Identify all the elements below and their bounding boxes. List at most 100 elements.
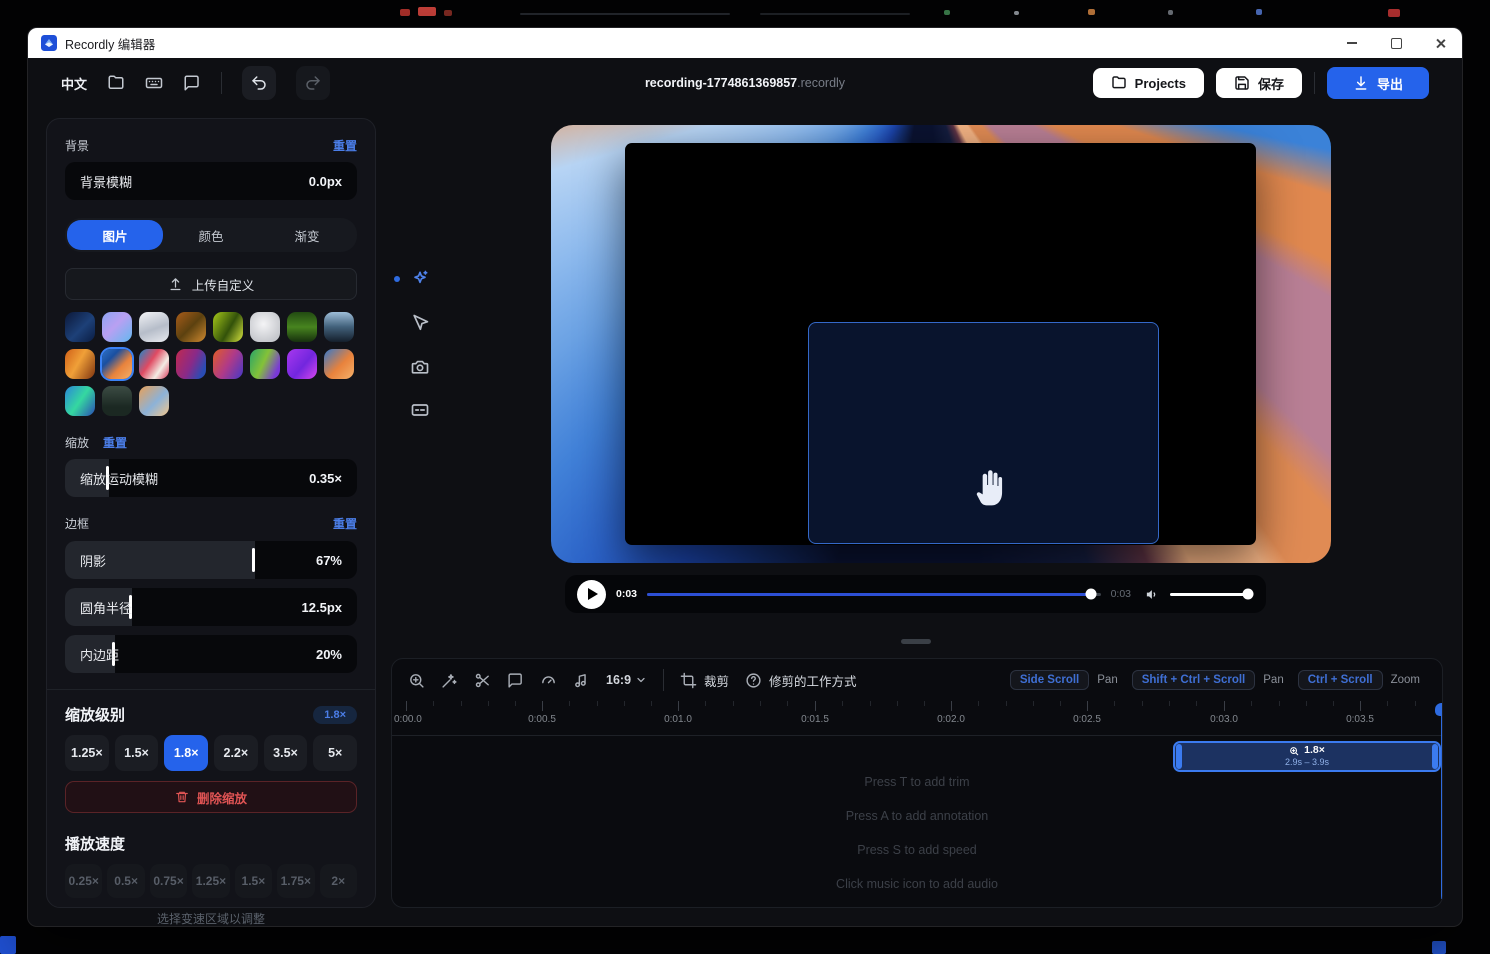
feedback-icon[interactable] [183,74,201,92]
delete-zoom-button[interactable]: 删除缩放 [65,781,357,813]
background-blur-slider[interactable]: 背景模糊 0.0px [65,162,357,200]
zoom-level-option[interactable]: 3.5× [264,735,308,771]
padding-slider[interactable]: 内边距 20% [65,635,357,673]
volume-thumb[interactable] [1242,589,1253,600]
speed-option[interactable]: 1.75× [277,864,314,898]
speed-option[interactable]: 1.5× [235,864,272,898]
minimize-button[interactable] [1330,28,1374,58]
keyboard-shortcuts-icon[interactable] [145,74,163,92]
background-thumbnail[interactable] [213,349,243,379]
speed-option[interactable]: 0.75× [150,864,187,898]
annotation-icon[interactable] [507,672,524,689]
seek-bar[interactable] [647,593,1101,596]
seek-thumb[interactable] [1086,589,1097,600]
delete-zoom-label: 删除缩放 [197,788,247,807]
ruler-major-tick [1360,701,1361,711]
background-tab[interactable]: 颜色 [163,220,259,250]
captions-tool-button[interactable] [410,400,430,420]
ruler-tick-label: 0:02.5 [1073,714,1101,725]
zoom-clip[interactable]: 1.8× 2.9s – 3.9s [1173,741,1441,772]
upload-label: 上传自定义 [192,275,255,294]
play-button[interactable] [577,580,606,609]
speed-gauge-icon[interactable] [540,672,557,689]
zoom-level-option[interactable]: 1.5× [115,735,159,771]
corner-radius-slider[interactable]: 圆角半径 12.5px [65,588,357,626]
save-button[interactable]: 保存 [1216,68,1302,98]
desktop-artifact [418,7,436,16]
background-thumbnail[interactable] [65,349,95,379]
zoom-level-option[interactable]: 1.25× [65,735,109,771]
speed-option[interactable]: 0.25× [65,864,102,898]
export-button[interactable]: 导出 [1327,67,1429,99]
scroll-hint: Ctrl + Scroll Zoom [1298,670,1426,690]
background-thumbnail[interactable] [324,349,354,379]
timeline-empty-hints: Press T to add trimPress A to add annota… [392,775,1442,891]
shadow-slider[interactable]: 阴影 67% [65,541,357,579]
video-preview-canvas[interactable] [551,125,1331,563]
background-thumbnail[interactable] [65,312,95,342]
background-thumbnail[interactable] [287,312,317,342]
undo-button[interactable] [242,66,276,100]
background-thumbnail[interactable] [176,349,206,379]
background-thumbnail[interactable] [213,312,243,342]
ruler-segment: 0:02.5 [1087,701,1223,735]
background-tab[interactable]: 渐变 [259,220,355,250]
aspect-ratio-value: 16:9 [606,673,631,687]
ruler-segment: 0:00.0 [406,701,542,735]
music-icon[interactable] [573,672,590,689]
background-thumbnail[interactable] [250,312,280,342]
maximize-button[interactable] [1374,28,1418,58]
background-thumbnail[interactable] [139,386,169,416]
speed-options: 0.25×0.5×0.75×1.25×1.5×1.75×2× [65,864,357,898]
upload-custom-button[interactable]: 上传自定义 [65,268,357,300]
background-thumbnail[interactable] [250,349,280,379]
volume-icon[interactable] [1145,587,1160,602]
background-tab[interactable]: 图片 [67,220,163,250]
redo-button[interactable] [296,66,330,100]
ruler-major-tick [406,701,407,711]
scissors-icon[interactable] [474,672,491,689]
background-thumbnail[interactable] [65,386,95,416]
background-thumbnail[interactable] [287,349,317,379]
current-time: 0:03 [616,588,637,600]
panel-drag-handle[interactable] [901,639,931,644]
zoom-clip-range: 2.9s – 3.9s [1285,757,1329,768]
zoom-level-option[interactable]: 1.8× [164,735,208,771]
timeline-hint: Press S to add speed [857,843,977,857]
effects-tool-button[interactable] [410,269,430,289]
speed-option[interactable]: 2× [320,864,357,898]
camera-tool-button[interactable] [410,357,430,377]
speed-option[interactable]: 0.5× [107,864,144,898]
zoom-target-selection[interactable] [808,322,1159,544]
magic-wand-icon[interactable] [441,672,458,689]
close-button[interactable] [1418,28,1462,58]
projects-button[interactable]: Projects [1093,68,1204,98]
background-thumbnail[interactable] [102,349,132,379]
zoom-in-icon[interactable] [408,672,425,689]
zoom-reset-button[interactable]: 重置 [103,434,127,451]
language-switch[interactable]: 中文 [61,74,87,93]
timeline-hint: Click music icon to add audio [836,877,998,891]
background-thumbnail[interactable] [102,386,132,416]
border-reset-button[interactable]: 重置 [333,515,357,532]
trim-help-button[interactable]: 修剪的工作方式 [745,671,857,690]
maximize-icon [1391,38,1402,49]
background-thumbnails [65,312,357,416]
background-thumbnail[interactable] [102,312,132,342]
aspect-ratio-dropdown[interactable]: 16:9 [606,673,647,687]
zoom-motion-blur-slider[interactable]: 缩放运动模糊 0.35× [65,459,357,497]
open-folder-icon[interactable] [107,74,125,92]
volume-slider[interactable] [1170,593,1250,596]
zoom-level-option[interactable]: 2.2× [214,735,258,771]
crop-button[interactable]: 裁剪 [680,671,729,690]
speed-option[interactable]: 1.25× [192,864,229,898]
background-thumbnail[interactable] [139,312,169,342]
background-thumbnail[interactable] [139,349,169,379]
background-reset-button[interactable]: 重置 [333,137,357,154]
timeline-hint: Press A to add annotation [846,809,988,823]
background-thumbnail[interactable] [176,312,206,342]
timeline-ruler[interactable]: 0:00.0 0:00.5 0:01.0 [392,701,1442,735]
cursor-tool-button[interactable] [410,313,430,333]
zoom-level-option[interactable]: 5× [313,735,357,771]
background-thumbnail[interactable] [324,312,354,342]
